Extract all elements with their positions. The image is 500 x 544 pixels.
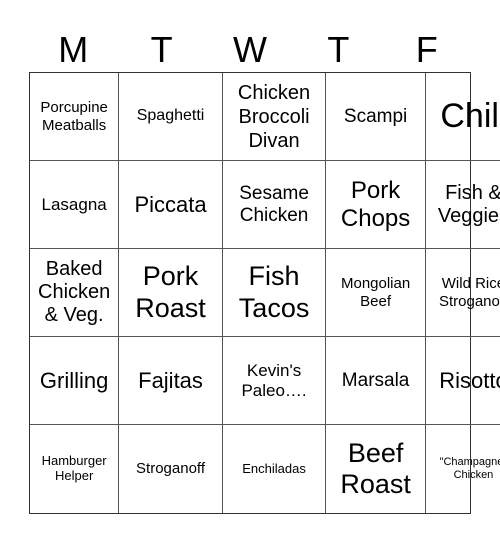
bingo-cell[interactable]: Chili bbox=[425, 73, 500, 161]
bingo-cell[interactable]: Wild Rice Stroganoff bbox=[425, 249, 500, 337]
bingo-cell[interactable]: Risotto bbox=[425, 337, 500, 425]
bingo-cell[interactable]: Marsala bbox=[326, 337, 426, 425]
bingo-cell[interactable]: Pork Roast bbox=[119, 249, 223, 337]
bingo-cell[interactable]: Fajitas bbox=[119, 337, 223, 425]
header-letter-t: T bbox=[150, 29, 173, 70]
bingo-cell[interactable]: Baked Chicken & Veg. bbox=[30, 249, 120, 337]
bingo-header: M T W T F bbox=[29, 28, 471, 72]
header-letter-w: W bbox=[232, 29, 267, 70]
bingo-cell[interactable]: Stroganoff bbox=[119, 425, 223, 513]
bingo-cell[interactable]: Enchiladas bbox=[223, 425, 327, 513]
bingo-cell[interactable]: "Champagne" Chicken bbox=[426, 425, 500, 513]
bingo-grid: Porcupine Meatballs Spaghetti Chicken Br… bbox=[29, 72, 500, 514]
bingo-cell[interactable]: Sesame Chicken bbox=[222, 161, 327, 249]
bingo-cell[interactable]: Hamburger Helper bbox=[30, 425, 120, 513]
bingo-cell[interactable]: Porcupine Meatballs bbox=[30, 73, 120, 161]
bingo-cell[interactable]: Spaghetti bbox=[119, 73, 223, 161]
bingo-cell[interactable]: Fish Tacos bbox=[222, 249, 327, 337]
bingo-cell[interactable]: Lasagna bbox=[30, 161, 120, 249]
bingo-cell[interactable]: Grilling bbox=[30, 337, 120, 425]
bingo-cell[interactable]: Kevin's Paleo…. bbox=[222, 337, 327, 425]
bingo-cell[interactable]: Beef Roast bbox=[326, 425, 426, 513]
bingo-cell[interactable]: Piccata bbox=[119, 161, 223, 249]
bingo-cell[interactable]: Chicken Broccoli Divan bbox=[222, 73, 327, 161]
bingo-cell[interactable]: Scampi bbox=[326, 73, 426, 161]
header-letter-m: M bbox=[58, 29, 89, 70]
bingo-cell[interactable]: Mongolian Beef bbox=[326, 249, 426, 337]
header-letter-t2: T bbox=[327, 29, 350, 70]
bingo-cell[interactable]: Pork Chops bbox=[326, 161, 426, 249]
header-letter-f: F bbox=[415, 29, 438, 70]
bingo-cell[interactable]: Fish & Veggies bbox=[425, 161, 500, 249]
